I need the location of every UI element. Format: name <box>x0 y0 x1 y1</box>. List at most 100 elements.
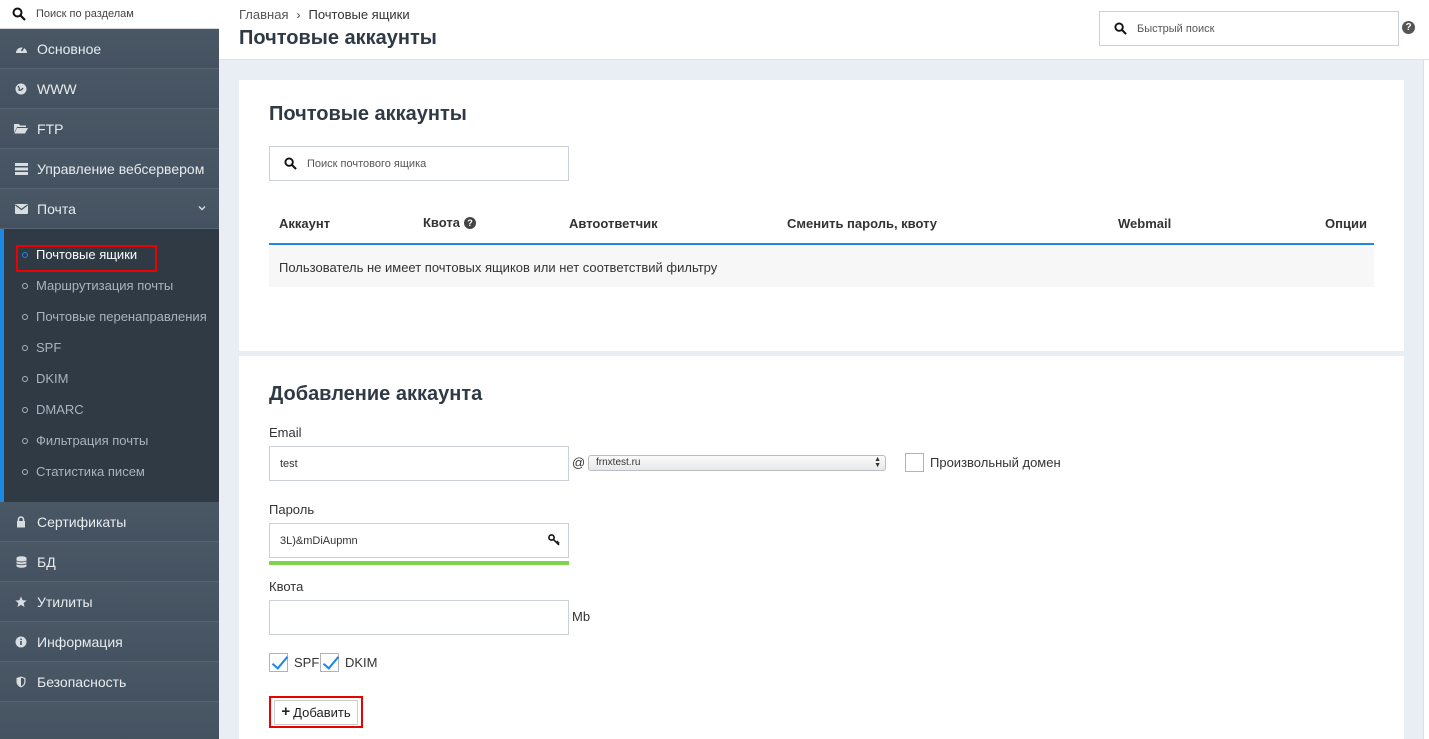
scrollbar[interactable] <box>1423 60 1429 739</box>
server-icon <box>14 162 28 176</box>
sidebar-item-label: Утилиты <box>37 593 93 610</box>
checkbox[interactable] <box>905 453 924 472</box>
checkbox-checked[interactable] <box>320 653 339 672</box>
add-account-panel: Добавление аккаунта Email @ frnxtest.ru … <box>239 356 1404 739</box>
sidebar-subitem-spf[interactable]: SPF <box>4 332 219 363</box>
column-autoresponder[interactable]: Автоответчик <box>569 216 658 231</box>
sidebar-subitem-label: Почтовые ящики <box>36 247 138 262</box>
email-field[interactable] <box>269 446 569 481</box>
sidebar-subitem-label: Фильтрация почты <box>36 433 149 448</box>
sidebar-item-info[interactable]: Информация <box>0 622 219 662</box>
sidebar-item-utilities[interactable]: Утилиты <box>0 582 219 622</box>
domain-select-value: frnxtest.ru <box>596 457 641 468</box>
mailbox-search-input[interactable] <box>307 157 547 170</box>
at-sign: @ <box>572 455 586 470</box>
quota-field[interactable] <box>269 600 569 635</box>
bullet-icon <box>22 282 28 289</box>
sidebar-search-input[interactable] <box>36 8 206 20</box>
sidebar-subitem-label: Статистика писем <box>36 464 145 479</box>
help-icon[interactable]: ? <box>1402 21 1415 34</box>
page-title: Почтовые аккаунты <box>239 27 437 49</box>
breadcrumb-current: Почтовые ящики <box>308 7 410 22</box>
quick-search[interactable] <box>1099 11 1399 46</box>
star-icon <box>14 595 28 609</box>
sidebar-subitem-mail-routing[interactable]: Маршрутизация почты <box>4 270 219 301</box>
spf-checkbox[interactable]: SPF <box>269 653 319 672</box>
breadcrumb-home[interactable]: Главная <box>239 7 288 22</box>
add-button-label: Добавить <box>293 704 351 720</box>
sidebar: Основное WWW FTP Управление вебсервером … <box>0 0 219 739</box>
sidebar-subitem-label: Почтовые перенаправления <box>36 309 207 324</box>
search-icon <box>1114 22 1127 35</box>
sidebar-item-label: FTP <box>37 120 64 137</box>
custom-domain-label: Произвольный домен <box>930 455 1061 470</box>
column-change-password[interactable]: Сменить пароль, квоту <box>787 216 937 231</box>
sidebar-item-www[interactable]: WWW <box>0 69 219 109</box>
envelope-icon <box>14 202 28 216</box>
globe-icon <box>14 82 28 96</box>
sidebar-item-mail[interactable]: Почта <box>0 189 219 229</box>
dashboard-icon <box>14 42 28 56</box>
sidebar-search[interactable] <box>0 0 219 29</box>
info-icon <box>14 635 28 649</box>
domain-select[interactable]: frnxtest.ru ▲ ▼ <box>588 455 886 471</box>
password-strength-bar <box>269 561 569 565</box>
password-input[interactable] <box>270 524 568 557</box>
folder-icon <box>14 122 28 136</box>
column-options[interactable]: Опции <box>1325 216 1367 231</box>
sidebar-subitem-mail-filtering[interactable]: Фильтрация почты <box>4 425 219 456</box>
sidebar-item-label: Безопасность <box>37 673 127 690</box>
database-icon <box>14 555 28 569</box>
sidebar-item-certificates[interactable]: Сертификаты <box>0 502 219 542</box>
key-icon[interactable] <box>548 534 560 546</box>
email-label: Email <box>269 425 302 440</box>
add-button[interactable]: + Добавить <box>269 696 363 728</box>
sidebar-item-label: Информация <box>37 633 123 650</box>
search-icon <box>284 157 297 170</box>
sidebar-subitem-forwarding[interactable]: Почтовые перенаправления <box>4 301 219 332</box>
breadcrumb: Главная › Почтовые ящики <box>239 7 410 22</box>
bullet-icon <box>22 437 28 444</box>
quota-unit: Mb <box>572 609 591 624</box>
password-field[interactable] <box>269 523 569 558</box>
sidebar-subitem-dkim[interactable]: DKIM <box>4 363 219 394</box>
top-header: Главная › Почтовые ящики Почтовые аккаун… <box>219 0 1429 60</box>
sidebar-item-security[interactable]: Безопасность <box>0 662 219 702</box>
checkbox-checked[interactable] <box>269 653 288 672</box>
custom-domain-checkbox[interactable]: Произвольный домен <box>905 453 1061 472</box>
sidebar-item-ftp[interactable]: FTP <box>0 109 219 149</box>
sidebar-subitem-label: Маршрутизация почты <box>36 278 174 293</box>
sidebar-filler <box>0 702 219 739</box>
empty-table-message: Пользователь не имеет почтовых ящиков ил… <box>269 247 1374 287</box>
add-account-title: Добавление аккаунта <box>269 383 483 405</box>
email-input[interactable] <box>270 447 568 480</box>
column-quota[interactable]: Квота ? <box>423 215 476 230</box>
sidebar-item-label: Сертификаты <box>37 513 127 530</box>
column-webmail[interactable]: Webmail <box>1118 216 1171 231</box>
dkim-checkbox[interactable]: DKIM <box>320 653 378 672</box>
sidebar-item-main[interactable]: Основное <box>0 29 219 69</box>
question-icon[interactable]: ? <box>463 216 476 229</box>
sidebar-subitem-label: SPF <box>36 340 62 355</box>
sidebar-subitem-mail-stats[interactable]: Статистика писем <box>4 456 219 487</box>
table-header: Аккаунт Квота ? Автоответчик Сменить пар… <box>269 205 1374 245</box>
sidebar-item-label: БД <box>37 553 56 570</box>
lock-icon <box>14 515 28 529</box>
sidebar-item-webserver[interactable]: Управление вебсервером <box>0 149 219 189</box>
add-button-inner[interactable]: + Добавить <box>274 699 358 725</box>
chevron-down-icon <box>198 206 206 211</box>
sidebar-item-label: Управление вебсервером <box>37 160 205 177</box>
sidebar-subitem-label: DKIM <box>36 371 69 386</box>
quick-search-input[interactable] <box>1137 22 1377 35</box>
quota-input[interactable] <box>270 601 568 634</box>
sidebar-subitem-label: DMARC <box>36 402 84 417</box>
column-account[interactable]: Аккаунт <box>279 216 330 231</box>
sidebar-subitem-mailboxes[interactable]: Почтовые ящики <box>4 239 219 270</box>
sidebar-item-db[interactable]: БД <box>0 542 219 582</box>
bullet-icon <box>22 468 28 475</box>
sidebar-subitem-dmarc[interactable]: DMARC <box>4 394 219 425</box>
mailbox-search[interactable] <box>269 146 569 181</box>
sidebar-item-label: Основное <box>37 40 102 57</box>
bullet-icon <box>22 251 28 258</box>
quota-label: Квота <box>269 579 304 594</box>
